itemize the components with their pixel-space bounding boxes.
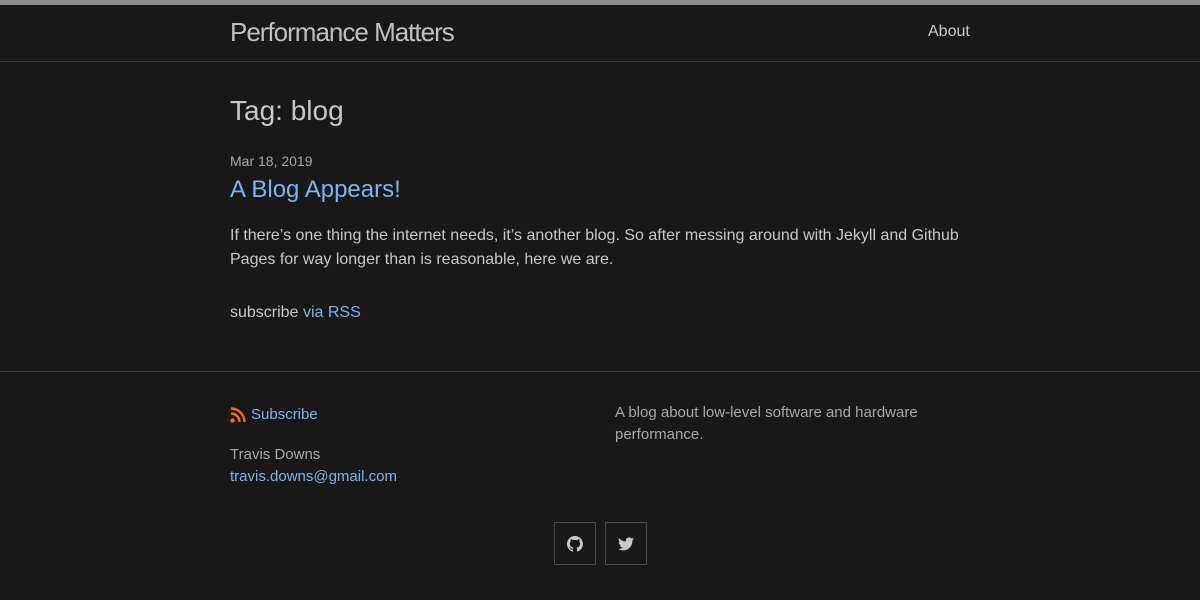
rss-prefix-text: subscribe <box>230 304 299 321</box>
github-button[interactable] <box>554 522 596 565</box>
twitter-button[interactable] <box>605 522 647 565</box>
rss-subscribe-line: subscribe via RSS <box>230 304 361 322</box>
author-email-link[interactable]: travis.downs@gmail.com <box>230 468 397 485</box>
nav-about-link[interactable]: About <box>928 23 970 41</box>
post-date: Mar 18, 2019 <box>230 153 313 169</box>
site-title-link[interactable]: Performance Matters <box>230 17 455 48</box>
author-name: Travis Downs <box>230 446 321 463</box>
site-description: A blog about low-level software and hard… <box>615 404 918 443</box>
site-footer: Subscribe Travis Downs travis.downs@gmai… <box>0 371 1200 600</box>
github-icon <box>567 535 583 552</box>
footer-subscribe-label: Subscribe <box>251 406 318 423</box>
page-title: Tag: blog <box>230 95 344 126</box>
post-excerpt: If there’s one thing the internet needs,… <box>230 227 959 268</box>
rss-icon <box>230 406 246 423</box>
footer-subscribe-link[interactable]: Subscribe <box>230 406 318 423</box>
site-header: Performance Matters About <box>0 5 1200 62</box>
rss-link[interactable]: via RSS <box>303 304 361 321</box>
post-title-link[interactable]: A Blog Appears! <box>230 176 401 204</box>
twitter-icon <box>618 536 634 550</box>
